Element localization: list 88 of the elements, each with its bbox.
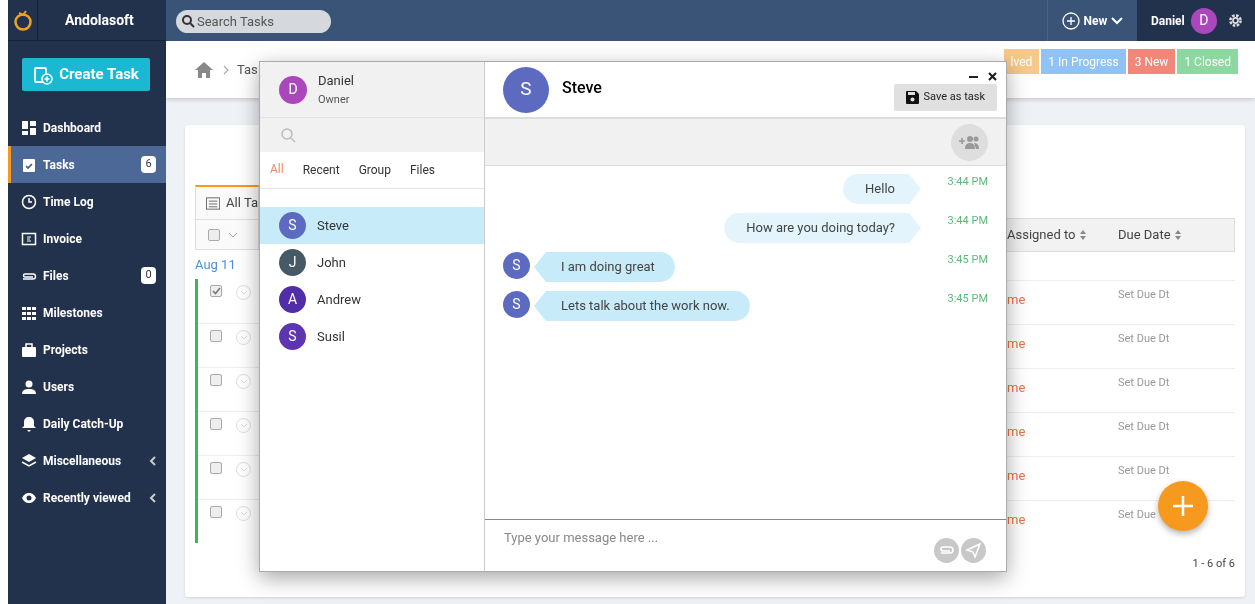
contact-search-field[interactable]: [260, 118, 484, 152]
task-checkbox[interactable]: [210, 505, 222, 518]
logo-icon: [12, 9, 33, 31]
search-field[interactable]: Search Tasks: [176, 10, 331, 33]
received-message: Lets talk about the work now.: [534, 291, 750, 321]
chevron-right-icon: [223, 64, 229, 75]
contact-avatar: S: [279, 212, 306, 239]
contact-avatar: J: [279, 249, 306, 276]
contact-avatar: S: [503, 66, 549, 113]
user-icon: [21, 378, 37, 395]
owner-name: Daniel: [318, 71, 354, 90]
sidebar-item[interactable]: Projects: [8, 331, 166, 368]
sort-icon[interactable]: [1079, 230, 1086, 240]
sidebar-item[interactable]: Milestones: [8, 294, 166, 331]
add-people-icon: [958, 135, 981, 149]
chat-tab[interactable]: Files: [409, 151, 435, 189]
sidebar-item[interactable]: Files 0: [8, 257, 166, 294]
message-time: 3:44 PM: [946, 213, 988, 229]
message-time: 3:45 PM: [946, 291, 988, 307]
home-icon[interactable]: [194, 60, 214, 79]
contact-item[interactable]: S Susil: [260, 318, 484, 355]
chat-contact-name: Steve: [562, 76, 602, 99]
message-time: 3:45 PM: [946, 252, 988, 268]
owner-avatar: D: [279, 75, 307, 104]
save-as-task-button[interactable]: Save as task: [893, 84, 997, 111]
column-header[interactable]: Due Date: [1118, 225, 1171, 245]
contact-item[interactable]: A Andrew: [260, 281, 484, 318]
search-icon: [280, 127, 296, 143]
count-badge: 6: [141, 156, 156, 173]
count-badge: 0: [141, 267, 156, 284]
chat-tab[interactable]: Recent: [302, 151, 340, 189]
chevron-left-icon[interactable]: [149, 455, 156, 466]
sort-icon[interactable]: [1174, 230, 1181, 240]
search-icon: [181, 14, 195, 28]
contact-item[interactable]: J John: [260, 244, 484, 281]
clipboard-plus-icon: [33, 64, 54, 85]
task-checkbox[interactable]: [210, 461, 222, 474]
sidebar-item[interactable]: Invoice: [8, 220, 166, 257]
task-checkbox[interactable]: [210, 417, 222, 430]
close-icon[interactable]: [988, 72, 997, 81]
invoice-icon: [21, 230, 37, 247]
task-checkbox[interactable]: [210, 329, 222, 342]
task-checkbox[interactable]: [210, 373, 222, 386]
user-avatar[interactable]: D: [1190, 7, 1217, 34]
grid-icon: [21, 304, 37, 321]
brand-name: Andolasoft: [65, 10, 134, 30]
chevron-left-icon[interactable]: [149, 492, 156, 503]
plus-circle-icon: [1061, 11, 1080, 30]
contact-avatar: A: [279, 286, 306, 313]
chevron-down-icon[interactable]: [228, 231, 238, 238]
briefcase-icon: [21, 341, 37, 358]
chevron-down-icon: [1111, 16, 1124, 25]
column-header[interactable]: Assigned to: [1007, 225, 1076, 245]
contact-avatar: S: [503, 291, 530, 318]
sidebar-item[interactable]: Time Log: [8, 183, 166, 220]
sidebar-item[interactable]: Dashboard: [8, 109, 166, 146]
user-name: Daniel: [1151, 12, 1185, 30]
contact-avatar: S: [279, 323, 306, 350]
clipboard-check-icon: [21, 156, 37, 173]
sidebar-item[interactable]: Daily Catch-Up: [8, 405, 166, 442]
sent-message: Hello: [843, 174, 921, 204]
contact-avatar: S: [503, 252, 530, 279]
chat-tab[interactable]: Group: [358, 151, 391, 189]
sidebar-item[interactable]: Users: [8, 368, 166, 405]
settings-icon[interactable]: [1226, 12, 1244, 29]
layers-icon: [21, 452, 37, 469]
select-all-checkbox[interactable]: [208, 228, 220, 241]
task-checkbox[interactable]: [210, 284, 222, 297]
date-group-label: Aug 11: [195, 256, 237, 274]
sent-message: How are you doing today?: [724, 213, 921, 243]
sidebar-item[interactable]: Tasks 6: [8, 146, 166, 183]
add-people-button[interactable]: [951, 123, 988, 161]
message-input[interactable]: Type your message here ...: [504, 528, 934, 548]
owner-role: Owner: [318, 92, 351, 108]
breadcrumb-link[interactable]: Tas: [237, 59, 258, 80]
plus-icon: [1172, 495, 1194, 517]
paperclip-icon[interactable]: [934, 538, 959, 563]
sidebar-item[interactable]: Miscellaneous: [8, 442, 166, 479]
dashboard-icon: [21, 119, 37, 136]
bell-icon: [21, 415, 37, 432]
pagination-text: 1 - 6 of 6: [1192, 556, 1235, 572]
sidebar-item[interactable]: Recently viewed: [8, 479, 166, 516]
received-message: I am doing great: [534, 252, 675, 282]
list-icon: [206, 196, 221, 210]
message-time: 3:44 PM: [946, 174, 988, 190]
clock-icon: [21, 193, 37, 210]
contact-item[interactable]: S Steve: [260, 207, 484, 244]
send-icon[interactable]: [961, 538, 986, 563]
